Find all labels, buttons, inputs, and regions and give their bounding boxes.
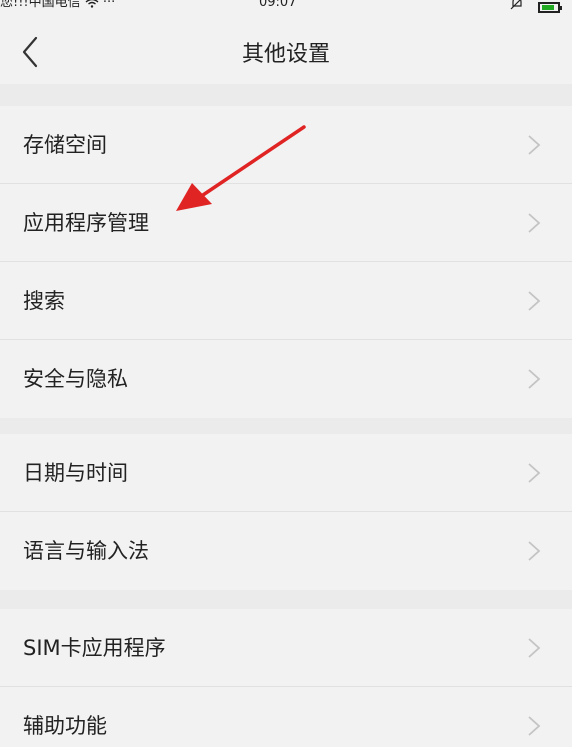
row-label: 存储空间 [23, 133, 107, 157]
chevron-right-icon [528, 463, 541, 483]
row-label: 日期与时间 [23, 461, 128, 485]
page-title: 其他设置 [241, 42, 330, 67]
row-label: 搜索 [23, 289, 65, 313]
header-bar: 其他设置 [0, 14, 572, 84]
row-storage[interactable]: 存储空间 [0, 106, 572, 184]
row-app-management[interactable]: 应用程序管理 [0, 184, 572, 262]
row-label: SIM卡应用程序 [23, 636, 166, 660]
settings-group-3: SIM卡应用程序 辅助功能 [0, 609, 572, 747]
settings-group-1: 存储空间 应用程序管理 搜索 安全与隐私 [0, 106, 572, 418]
wifi-icon [85, 0, 103, 10]
row-label: 辅助功能 [23, 714, 107, 738]
battery-fill [542, 4, 554, 10]
row-language-input[interactable]: 语言与输入法 [0, 512, 572, 590]
row-sim-apps[interactable]: SIM卡应用程序 [0, 609, 572, 687]
status-carrier: 您!!!中国电信 ··· [0, 0, 115, 10]
battery-icon [538, 1, 562, 13]
chevron-right-icon [528, 369, 541, 389]
status-more: ··· [102, 0, 116, 10]
row-date-time[interactable]: 日期与时间 [0, 434, 572, 512]
status-right-icons [510, 0, 562, 14]
row-label: 安全与隐私 [23, 367, 128, 391]
chevron-right-icon [528, 135, 541, 155]
carrier-text: 您!!!中国电信 [0, 0, 85, 10]
chevron-right-icon [528, 291, 541, 311]
row-label: 语言与输入法 [23, 539, 149, 563]
bell-mute-icon [510, 0, 524, 14]
row-label: 应用程序管理 [23, 211, 149, 235]
settings-group-2: 日期与时间 语言与输入法 [0, 434, 572, 590]
status-bar: 您!!!中国电信 ··· 09:07 [0, 0, 572, 14]
row-security-privacy[interactable]: 安全与隐私 [0, 340, 572, 418]
chevron-right-icon [528, 541, 541, 561]
chevron-right-icon [528, 638, 541, 658]
chevron-right-icon [528, 716, 541, 736]
chevron-right-icon [528, 213, 541, 233]
settings-screen: 您!!!中国电信 ··· 09:07 其他设置 存储空间 应用程序管理 搜索 安… [0, 0, 572, 747]
row-accessibility[interactable]: 辅助功能 [0, 687, 572, 747]
status-time: 09:07 [259, 0, 297, 10]
row-search[interactable]: 搜索 [0, 262, 572, 340]
